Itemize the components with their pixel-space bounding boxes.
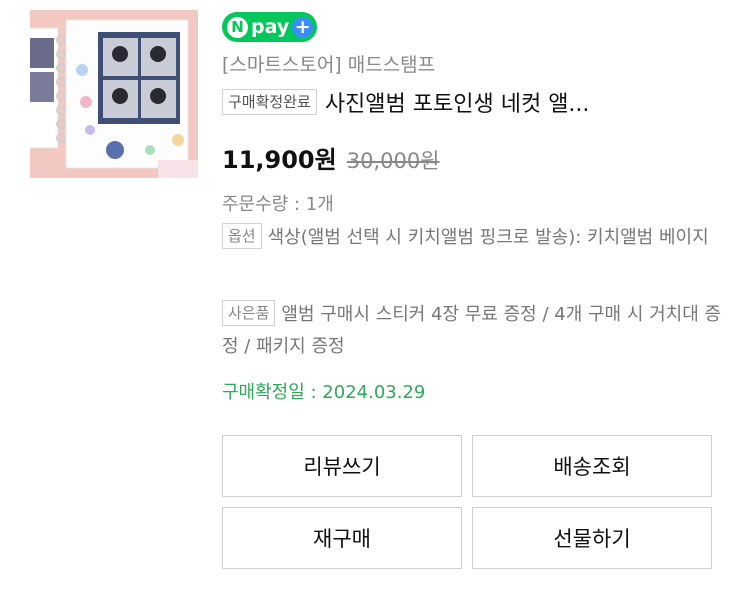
gift-text: 앨범 구매시 스티커 4장 무료 증정 / 4개 구매 시 거치대 증정 / 패…: [222, 304, 722, 357]
option-badge: 옵션: [222, 223, 262, 249]
gift-row: 사은품 앨범 구매시 스티커 4장 무료 증정 / 4개 구매 시 거치대 증정 …: [222, 299, 722, 363]
plus-icon: +: [292, 16, 314, 38]
rebuy-button[interactable]: 재구매: [222, 507, 462, 569]
product-title-row[interactable]: 구매확정완료 사진앨범 포토인생 네컷 앨...: [222, 86, 589, 118]
product-thumbnail[interactable]: [30, 10, 198, 178]
option-row: 옵션 색상(앨범 선택 시 키치앨범 핑크로 발송): 키치앨범 베이지: [222, 222, 722, 254]
sale-price: 11,900원: [222, 146, 337, 174]
write-review-button[interactable]: 리뷰쓰기: [222, 435, 462, 497]
product-title[interactable]: 사진앨범 포토인생 네컷 앨...: [325, 86, 590, 118]
send-gift-button[interactable]: 선물하기: [472, 507, 712, 569]
npay-plus-badge: N pay +: [222, 12, 318, 42]
status-badge: 구매확정완료: [222, 89, 317, 115]
price-row: 11,900원 30,000원: [222, 140, 440, 175]
gift-badge: 사은품: [222, 300, 276, 326]
npay-n-icon: N: [227, 16, 248, 38]
photo-album-image: [30, 10, 198, 178]
track-delivery-button[interactable]: 배송조회: [472, 435, 712, 497]
option-text: 색상(앨범 선택 시 키치앨범 핑크로 발송): 키치앨범 베이지: [267, 227, 709, 248]
npay-row: N pay +: [222, 12, 723, 42]
original-price: 30,000원: [346, 149, 440, 173]
purchase-confirm-date: 구매확정일 : 2024.03.29: [222, 382, 426, 403]
npay-label: pay: [251, 16, 290, 38]
order-quantity: 주문수량 : 1개: [222, 194, 334, 215]
store-name[interactable]: [스마트스토어] 매드스탬프: [222, 50, 435, 77]
